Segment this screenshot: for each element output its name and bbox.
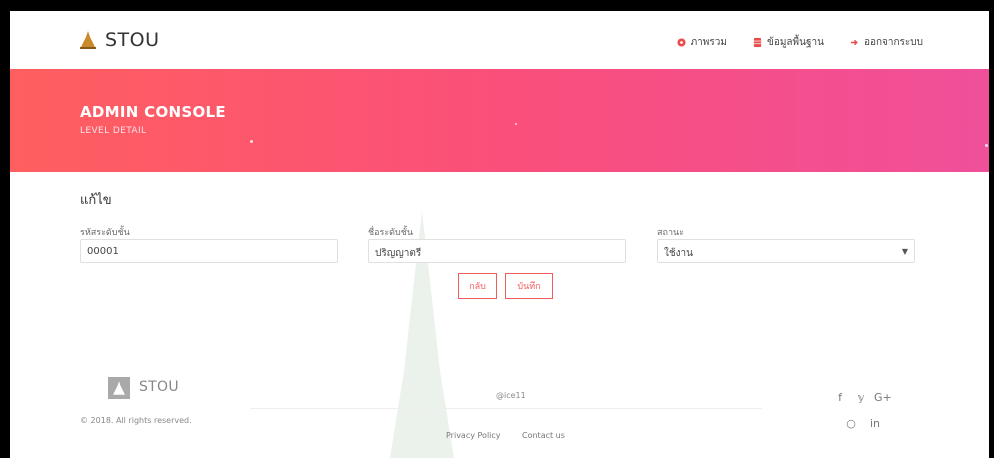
privacy-policy-link[interactable]: Privacy Policy xyxy=(446,431,501,440)
nav-item-label: ออกจากระบบ xyxy=(863,37,923,48)
dashboard-icon xyxy=(677,38,686,47)
brand[interactable]: STOU xyxy=(80,29,160,51)
linkedin-icon[interactable]: in xyxy=(867,417,883,430)
level-code-value: 00001 xyxy=(87,246,119,257)
nav-item-basic-data[interactable]: ข้อมูลพื้นฐาน xyxy=(753,35,824,50)
save-button[interactable]: บันทึก xyxy=(505,273,553,299)
credit-text: @ice11 xyxy=(496,391,526,400)
nav-item-logout[interactable]: ออกจากระบบ xyxy=(850,35,923,50)
sparkle-decoration xyxy=(515,123,517,125)
status-label: สถานะ xyxy=(657,228,684,238)
nav-item-overview[interactable]: ภาพรวม xyxy=(677,35,727,50)
google-plus-icon[interactable]: G+ xyxy=(874,391,892,404)
copyright-text: © 2018. All rights reserved. xyxy=(80,416,192,425)
sign-out-icon xyxy=(850,39,858,46)
form-title: แก้ไข xyxy=(80,193,112,208)
page: STOU ภาพรวม ข้อมูลพื้นฐาน ออกจากระบบ ADM… xyxy=(10,11,989,458)
sparkle-decoration xyxy=(250,140,253,143)
nav-menu: ภาพรวม ข้อมูลพื้นฐาน ออกจากระบบ xyxy=(677,35,923,50)
github-icon[interactable]: ○ xyxy=(843,417,859,430)
level-code-label: รหัสระดับชั้น xyxy=(80,228,130,238)
status-select[interactable]: ใช้งาน ▼ xyxy=(657,239,915,263)
hero-banner: ADMIN CONSOLE LEVEL DETAIL xyxy=(10,69,989,172)
database-icon xyxy=(753,38,762,47)
sparkle-decoration xyxy=(985,144,988,147)
level-name-label: ชื่อระดับชั้น xyxy=(368,228,413,238)
brand-text: STOU xyxy=(105,29,160,51)
stou-logo-icon xyxy=(80,31,96,49)
footer-divider xyxy=(250,408,762,409)
level-code-input[interactable]: 00001 xyxy=(80,239,338,263)
contact-us-link[interactable]: Contact us xyxy=(522,431,565,440)
twitter-icon[interactable]: 𝕪 xyxy=(853,391,869,404)
nav-item-label: ข้อมูลพื้นฐาน xyxy=(766,37,824,48)
stou-logo-icon xyxy=(113,381,125,395)
footer-brand: STOU xyxy=(139,379,179,395)
navbar: STOU ภาพรวม ข้อมูลพื้นฐาน ออกจากระบบ xyxy=(10,11,989,69)
status-value: ใช้งาน xyxy=(664,248,694,259)
page-title: ADMIN CONSOLE xyxy=(80,103,226,121)
nav-item-label: ภาพรวม xyxy=(690,37,727,48)
facebook-icon[interactable]: f xyxy=(832,391,848,404)
footer-logo xyxy=(108,377,130,399)
level-name-input[interactable]: ปริญญาตรี xyxy=(368,239,626,263)
page-subtitle: LEVEL DETAIL xyxy=(80,126,147,136)
back-button[interactable]: กลับ xyxy=(458,273,497,299)
chevron-down-icon: ▼ xyxy=(901,247,908,256)
level-name-value: ปริญญาตรี xyxy=(375,248,422,259)
